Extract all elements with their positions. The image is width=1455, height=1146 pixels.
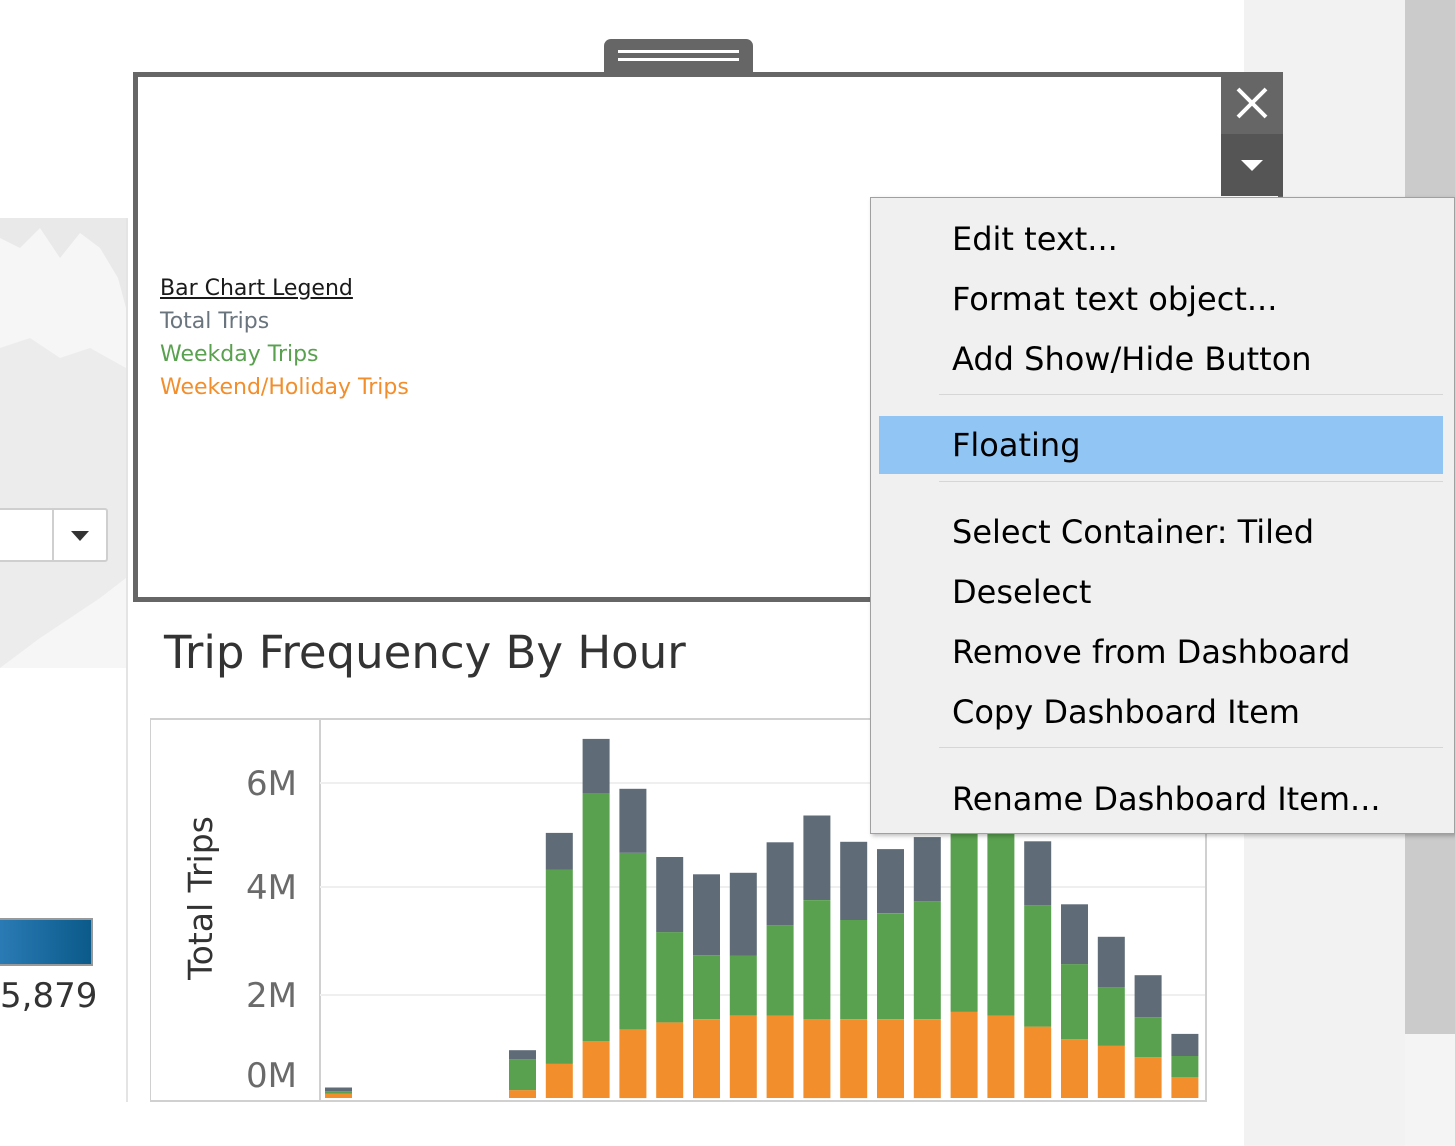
color-legend-max-value: 5,879 (0, 976, 98, 1016)
bar-total-trips-hour-7[interactable] (582, 738, 610, 793)
bar-weekday-trips-hour-8[interactable] (619, 852, 647, 1030)
bar-total-trips-hour-12[interactable] (766, 842, 794, 926)
bar-weekday-trips-hour-23[interactable] (1171, 1056, 1199, 1077)
bar-weekend-holiday-trips-hour-13[interactable] (803, 1019, 831, 1099)
bar-weekday-trips-hour-17[interactable] (950, 831, 978, 1012)
bar-weekend-holiday-trips-hour-0[interactable] (325, 1093, 352, 1098)
bar-weekend-holiday-trips-hour-7[interactable] (582, 1041, 610, 1098)
bar-total-trips-hour-10[interactable] (693, 874, 720, 956)
bar-total-trips-hour-20[interactable] (1061, 904, 1088, 965)
bar-weekday-trips-hour-20[interactable] (1061, 964, 1088, 1040)
y-tick-label: 0M (246, 1056, 297, 1096)
bar-weekday-trips-hour-6[interactable] (545, 869, 573, 1064)
color-legend-ramp (0, 918, 93, 966)
bar-weekend-holiday-trips-hour-6[interactable] (545, 1063, 573, 1098)
menu-separator (939, 481, 1443, 482)
map-land-shape (0, 218, 126, 668)
bar-weekday-trips-hour-15[interactable] (877, 913, 904, 1020)
bar-weekend-holiday-trips-hour-9[interactable] (656, 1022, 684, 1098)
bar-total-trips-hour-8[interactable] (619, 788, 647, 853)
bar-weekend-holiday-trips-hour-22[interactable] (1134, 1057, 1162, 1099)
bar-weekday-trips-hour-5[interactable] (509, 1059, 536, 1091)
bar-weekday-trips-hour-10[interactable] (693, 955, 720, 1020)
menu-separator (939, 394, 1443, 395)
bar-total-trips-hour-9[interactable] (656, 857, 684, 933)
bar-total-trips-hour-6[interactable] (545, 832, 573, 870)
menu-item-add-show-hide-button[interactable]: Add Show/Hide Button (879, 330, 1443, 388)
filter-dropdown[interactable] (0, 508, 108, 562)
bar-total-trips-hour-19[interactable] (1024, 841, 1052, 906)
grip-icon (618, 50, 739, 53)
legend-title: Bar Chart Legend (160, 276, 353, 301)
bar-weekend-holiday-trips-hour-20[interactable] (1061, 1039, 1088, 1098)
y-tick-label: 4M (246, 868, 297, 908)
chevron-down-icon[interactable] (52, 510, 106, 560)
bar-weekend-holiday-trips-hour-10[interactable] (693, 1019, 720, 1099)
y-tick-label: 6M (246, 764, 297, 804)
legend-weekday-trips: Weekday Trips (160, 342, 319, 367)
menu-item-copy-dashboard-item[interactable]: Copy Dashboard Item (879, 683, 1443, 741)
bar-weekend-holiday-trips-hour-11[interactable] (729, 1015, 757, 1098)
menu-item-edit-text[interactable]: Edit text... (879, 210, 1443, 268)
menu-item-floating[interactable]: Floating (879, 416, 1443, 474)
bar-weekday-trips-hour-12[interactable] (766, 925, 794, 1016)
menu-item-deselect[interactable]: Deselect (879, 563, 1443, 621)
bar-total-trips-hour-11[interactable] (729, 872, 757, 956)
bar-weekend-holiday-trips-hour-5[interactable] (509, 1090, 536, 1098)
bar-weekday-trips-hour-21[interactable] (1097, 987, 1125, 1046)
bar-total-trips-hour-5[interactable] (509, 1050, 536, 1060)
context-menu[interactable]: Edit text... Format text object... Add Sho… (870, 197, 1455, 834)
bar-weekend-holiday-trips-hour-23[interactable] (1171, 1077, 1199, 1098)
bar-weekday-trips-hour-11[interactable] (729, 955, 757, 1016)
bar-total-trips-hour-15[interactable] (877, 849, 904, 914)
grip-icon (618, 58, 739, 61)
chart-title: Trip Frequency By Hour (164, 626, 686, 679)
menu-separator (939, 747, 1443, 748)
bar-total-trips-hour-16[interactable] (913, 837, 941, 902)
bar-total-trips-hour-22[interactable] (1134, 975, 1162, 1018)
bar-weekday-trips-hour-19[interactable] (1024, 905, 1052, 1027)
bar-total-trips-hour-13[interactable] (803, 815, 831, 901)
bar-weekday-trips-hour-13[interactable] (803, 900, 831, 1020)
close-icon (1236, 87, 1268, 119)
menu-item-format-text-object[interactable]: Format text object... (879, 270, 1443, 328)
bar-weekend-holiday-trips-hour-14[interactable] (840, 1019, 868, 1099)
bar-weekend-holiday-trips-hour-15[interactable] (877, 1019, 904, 1099)
bar-total-trips-hour-23[interactable] (1171, 1033, 1199, 1056)
more-options-button[interactable] (1221, 134, 1283, 196)
bar-weekend-holiday-trips-hour-8[interactable] (619, 1029, 647, 1099)
bar-weekend-holiday-trips-hour-12[interactable] (766, 1015, 794, 1098)
bar-weekend-holiday-trips-hour-21[interactable] (1097, 1045, 1125, 1099)
bar-weekday-trips-hour-0[interactable] (325, 1091, 352, 1094)
map-panel[interactable] (0, 218, 128, 1102)
bar-total-trips-hour-21[interactable] (1097, 936, 1125, 988)
menu-item-remove-from-dashboard[interactable]: Remove from Dashboard (879, 623, 1443, 681)
bar-weekday-trips-hour-7[interactable] (582, 793, 610, 1042)
bar-total-trips-hour-0[interactable] (325, 1087, 352, 1092)
bar-weekday-trips-hour-16[interactable] (913, 901, 941, 1020)
legend-weekend-trips: Weekend/Holiday Trips (160, 375, 409, 400)
bar-total-trips-hour-14[interactable] (840, 841, 868, 920)
legend-total-trips: Total Trips (160, 309, 270, 334)
menu-item-rename-dashboard-item[interactable]: Rename Dashboard Item... (879, 770, 1443, 828)
bar-weekend-holiday-trips-hour-18[interactable] (987, 1015, 1015, 1098)
bar-weekend-holiday-trips-hour-17[interactable] (950, 1011, 978, 1098)
bar-weekday-trips-hour-14[interactable] (840, 920, 868, 1020)
y-axis-label: Total Trips (181, 816, 220, 981)
bar-weekday-trips-hour-22[interactable] (1134, 1017, 1162, 1058)
bar-weekday-trips-hour-9[interactable] (656, 932, 684, 1023)
remove-button[interactable] (1221, 72, 1283, 134)
y-tick-label: 2M (246, 976, 297, 1016)
bar-weekend-holiday-trips-hour-19[interactable] (1024, 1026, 1052, 1098)
bar-weekend-holiday-trips-hour-16[interactable] (913, 1019, 941, 1099)
menu-item-select-container-tiled[interactable]: Select Container: Tiled (879, 503, 1443, 561)
